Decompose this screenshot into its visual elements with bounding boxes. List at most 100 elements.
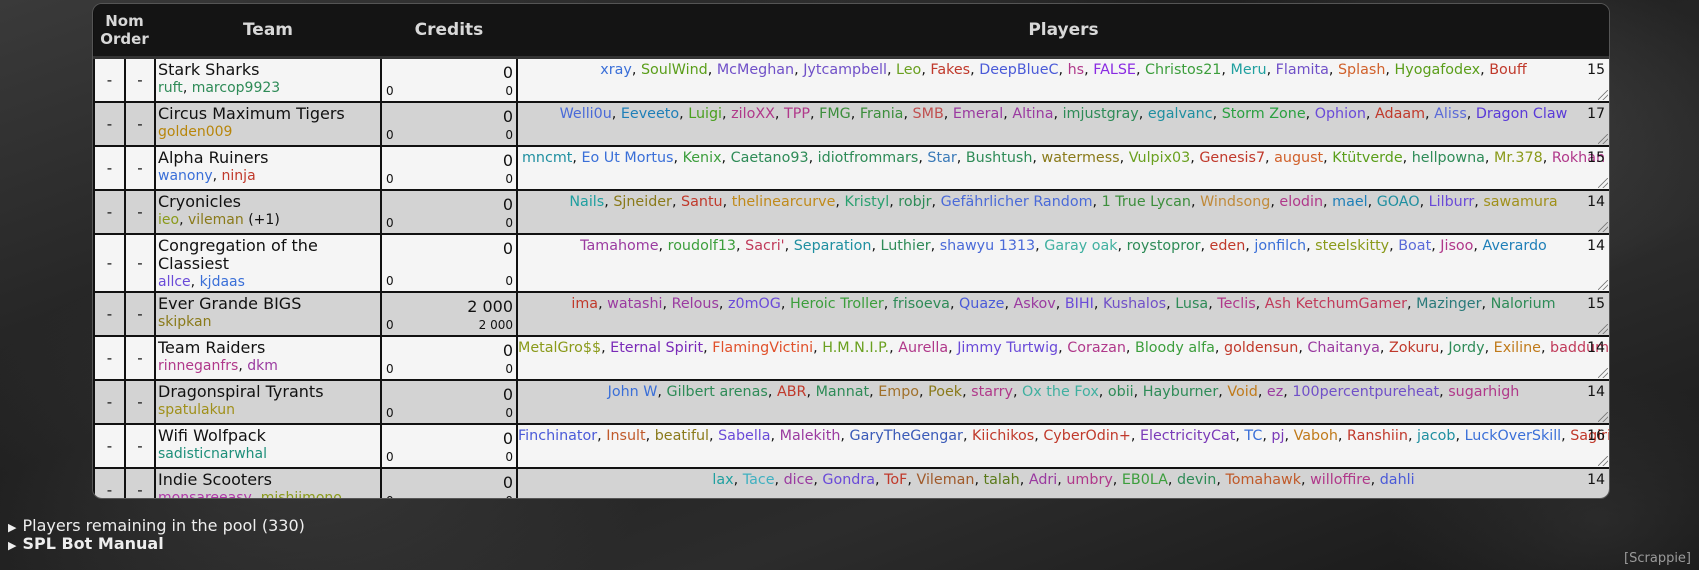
player-name: Genesis7	[1199, 149, 1266, 166]
player-name: Vaboh	[1293, 427, 1338, 444]
player-name: sugarhigh	[1448, 383, 1520, 400]
player-name: GOAO	[1376, 193, 1420, 210]
order-cell: -	[124, 378, 156, 425]
player-name: H.M.N.I.P.	[822, 339, 890, 356]
player-name: Mannat	[815, 383, 870, 400]
player-name: Luthier	[880, 237, 931, 254]
pool-summary[interactable]: ▶ Players remaining in the pool (330)	[8, 516, 305, 535]
player-name: dahli	[1379, 471, 1415, 488]
player-name: Nalorium	[1490, 295, 1556, 312]
player-name: watashi	[607, 295, 663, 312]
player-name: lax	[712, 471, 734, 488]
player-name: roystopror	[1126, 237, 1201, 254]
team-captains: ieo, vileman (+1)	[158, 211, 280, 228]
player-name: Kristyl	[844, 193, 890, 210]
resize-grip-icon[interactable]	[1598, 411, 1608, 422]
player-name: eden	[1209, 237, 1246, 254]
player-name: DeepBlueC	[979, 62, 1059, 78]
team-cell: Cryonicles ieo, vileman (+1)	[154, 188, 382, 235]
resize-grip-icon[interactable]	[1598, 221, 1608, 232]
resize-grip-icon[interactable]	[1598, 323, 1608, 334]
credits-sub-right: 0	[505, 127, 513, 142]
order-cell: -	[124, 232, 156, 293]
player-name: egalvanc	[1147, 105, 1213, 122]
players-cell: MetalGro$$, Eternal Spirit, FlamingVicti…	[516, 334, 1609, 381]
resize-grip-icon[interactable]	[1598, 133, 1608, 144]
players-cell: mncmt, Eo Ut Mortus, Kenix, Caetano93, i…	[516, 144, 1609, 191]
manual-summary[interactable]: ▶ SPL Bot Manual	[8, 534, 164, 553]
team-captains: wanony, ninja	[158, 167, 256, 184]
resize-grip-icon[interactable]	[1598, 279, 1608, 290]
teams-table: Nom Order Team Credits Players - - Stark S…	[93, 4, 1609, 498]
captain-name: wanony	[158, 167, 213, 184]
player-name: Void	[1227, 383, 1258, 400]
credits-sub-left: 0	[386, 215, 394, 230]
nom-cell: -	[93, 334, 126, 381]
player-name: Aliss	[1434, 105, 1467, 122]
captain-name: ninja	[221, 167, 256, 184]
credits-cell: 000	[380, 100, 518, 147]
player-name: Malekith	[779, 427, 841, 444]
team-row: - - Congregation of the Classiest allce, kj…	[93, 232, 1609, 293]
resize-grip-icon[interactable]	[1598, 89, 1608, 100]
player-name: Vileman	[916, 471, 975, 488]
player-name: Luigi	[688, 105, 723, 122]
captain-name: ieo	[158, 211, 180, 228]
player-name: Caetano93	[730, 149, 809, 166]
team-cell: Ever Grande BIGS skipkan	[154, 290, 382, 337]
player-count: 15	[1587, 295, 1605, 312]
player-name: Leo	[896, 62, 922, 78]
player-name: Dragon Claw	[1475, 105, 1568, 122]
nom-cell: -	[93, 188, 126, 235]
team-row: - - Dragonspiral Tyrants spatulakun 0 0 0 John …	[93, 378, 1609, 425]
players-list: mncmt, Eo Ut Mortus, Kenix, Caetano93, i…	[521, 149, 1606, 166]
credits-sub-right: 0	[505, 449, 513, 464]
resize-grip-icon[interactable]	[1598, 455, 1608, 466]
player-name: starry	[971, 383, 1013, 400]
player-name: Frania	[859, 105, 904, 122]
credits-cell: 000	[380, 422, 518, 469]
nom-cell: -	[93, 56, 126, 103]
player-count: 14	[1587, 339, 1605, 356]
player-name: frisoeva	[892, 295, 950, 312]
credits-sub-left: 0	[386, 273, 394, 288]
player-name: Chaitanya	[1307, 339, 1380, 356]
player-name: thelinearcurve	[731, 193, 836, 210]
player-name: BIHI	[1064, 295, 1094, 312]
order-cell: -	[124, 334, 156, 381]
captain-name: marcop9923	[191, 80, 281, 96]
players-cell: Welli0u, Eeveeto, Luigi, ziloXX, TPP, FM…	[516, 100, 1609, 147]
player-name: Ox the Fox	[1022, 383, 1099, 400]
player-name: umbry	[1066, 471, 1113, 488]
credits-value: 0	[502, 340, 513, 360]
order-cell: -	[124, 144, 156, 191]
credits-sub-right: 2 000	[478, 317, 513, 332]
credits-sub-left: 0	[386, 317, 394, 332]
credits-value: 0	[502, 384, 513, 404]
player-name: talah	[983, 471, 1020, 488]
credits-value: 0	[502, 238, 513, 258]
captain-extra-count: (+1)	[243, 211, 280, 228]
player-name: shawyu 1313	[939, 237, 1036, 254]
captain-name: spatulakun	[158, 401, 236, 418]
team-captains: rinneganfrs, dkm	[158, 357, 278, 374]
players-list: Tamahome, roudolf13, Sacri', Separation,…	[580, 237, 1547, 254]
credits-header: Credits	[381, 4, 517, 59]
player-name: Jytcampbell	[803, 62, 887, 78]
resize-grip-icon[interactable]	[1598, 177, 1608, 188]
player-name: Lusa	[1175, 295, 1209, 312]
player-name: SMB	[912, 105, 944, 122]
team-cell: Congregation of the Classiest allce, kjda…	[154, 232, 382, 293]
players-list: ima, watashi, Relous, z0mOG, Heroic Trol…	[571, 295, 1556, 312]
captain-name: vileman	[187, 211, 244, 228]
player-name: Eo Ut Mortus	[581, 149, 674, 166]
resize-grip-icon[interactable]	[1598, 367, 1608, 378]
player-name: Splash	[1337, 62, 1386, 78]
player-name: Ash KetchumGamer	[1264, 295, 1407, 312]
player-name: Gilbert arenas	[666, 383, 768, 400]
nom-cell: -	[93, 378, 126, 425]
nom-cell: -	[93, 422, 126, 469]
team-row: - - Indie Scooters monsareeasy, mishiimono 0…	[93, 466, 1609, 498]
player-name: ez	[1266, 383, 1284, 400]
order-cell: -	[124, 290, 156, 337]
